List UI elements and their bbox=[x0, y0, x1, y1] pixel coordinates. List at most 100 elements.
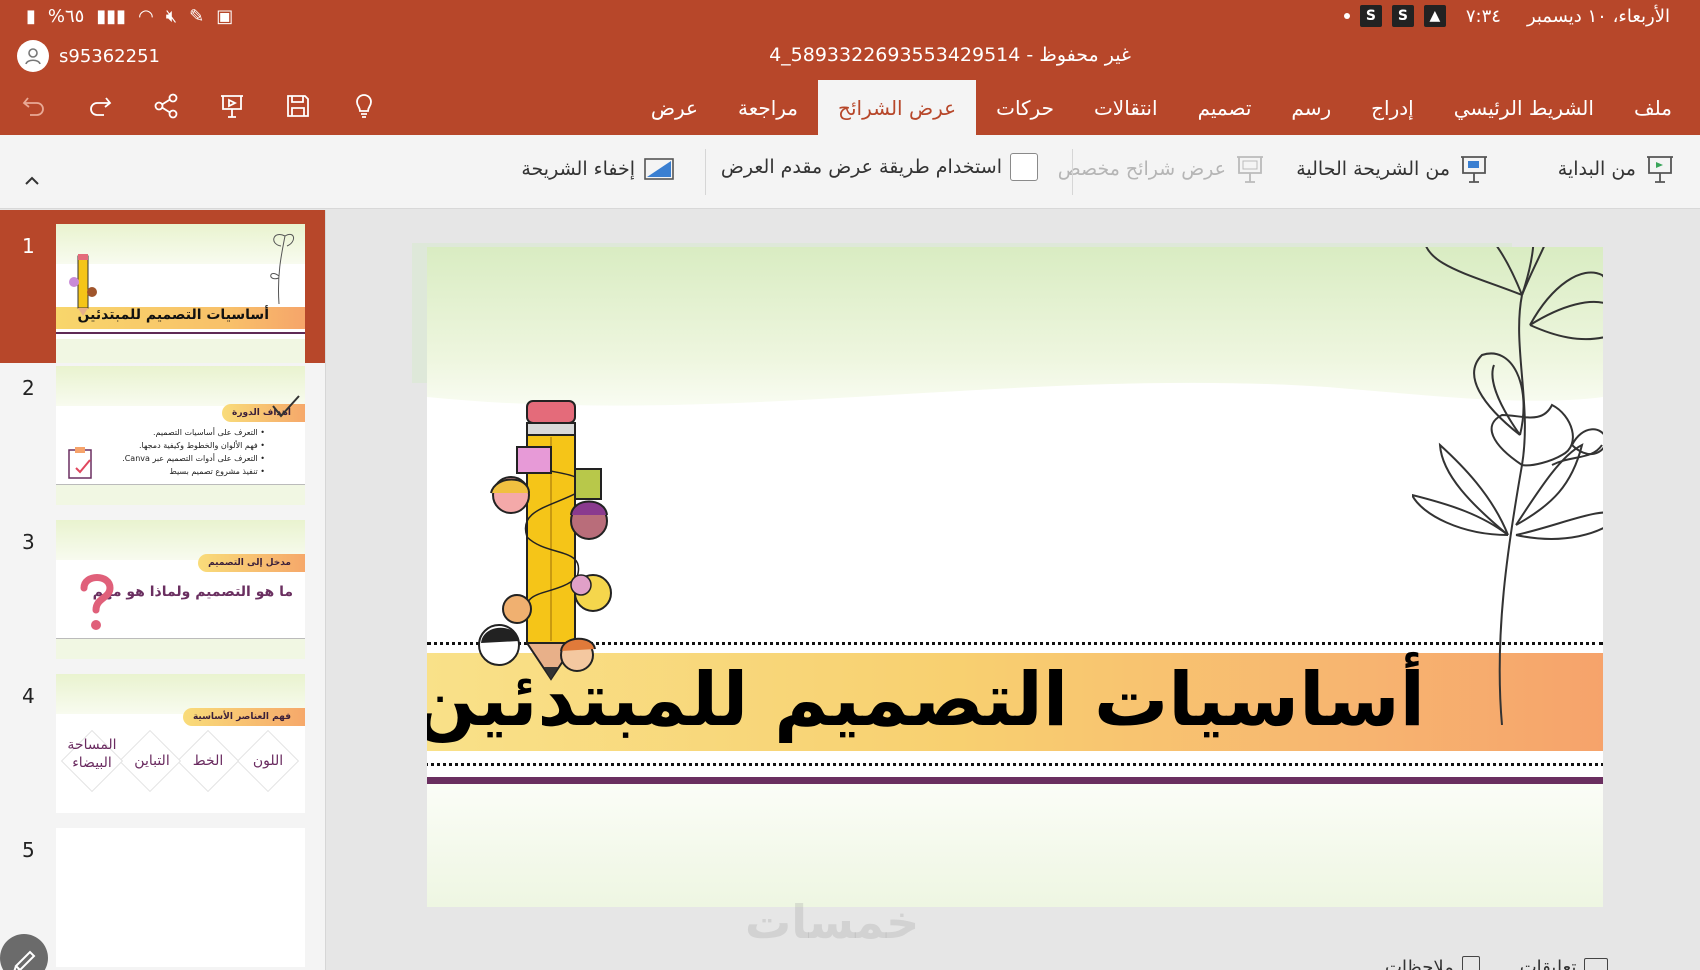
bottom-toolbar: تعليقات ملاحظات bbox=[1385, 956, 1609, 970]
ribbon-slideshow: من البداية من الشريحة الحالية عرض شرائح … bbox=[0, 135, 1700, 209]
sim-icon: ▣ bbox=[216, 6, 234, 27]
thumbnail-preview: أهداف الدورة التعرف على أساسيات التصميم.… bbox=[56, 366, 305, 505]
thumbnail-slide-4[interactable]: 4 فهم العناصر الأساسية اللون الخط التباي… bbox=[0, 660, 325, 813]
present-button[interactable] bbox=[216, 90, 248, 122]
slide-editor: أساسيات التصميم للمبتدئين bbox=[327, 210, 1700, 970]
hide-slide-icon bbox=[644, 158, 674, 180]
presenter-view-option[interactable]: استخدام طريقة عرض مقدم العرض bbox=[721, 153, 1038, 181]
hide-slide-button[interactable]: إخفاء الشريحة bbox=[521, 153, 675, 185]
custom-show-button[interactable]: عرض شرائح مخصص bbox=[1058, 153, 1266, 185]
share-icon bbox=[154, 93, 178, 119]
thumbnail-preview: أساسيات التصميم للمبتدئين bbox=[56, 224, 305, 363]
dotted-line-bottom bbox=[427, 763, 1603, 766]
battery-icon: ▮ bbox=[26, 6, 36, 27]
tab-draw[interactable]: رسم bbox=[1271, 80, 1351, 135]
presenter-view-checkbox[interactable] bbox=[1010, 153, 1038, 181]
play-from-current-icon bbox=[1461, 156, 1487, 183]
comments-button[interactable]: تعليقات bbox=[1520, 956, 1609, 970]
status-left: ▮ %٦٥ ▮▮▮ ◠ 🔇︎ ✎ ▣ bbox=[26, 6, 233, 27]
status-time: ٧:٣٤ bbox=[1465, 5, 1501, 27]
battery-level: %٦٥ bbox=[47, 6, 85, 27]
thumbnail-slide-3[interactable]: 3 مدخل إلى التصميم ما هو التصميم ولماذا … bbox=[0, 506, 325, 659]
share-button[interactable] bbox=[150, 90, 182, 122]
collapse-ribbon-icon[interactable] bbox=[22, 173, 42, 189]
notes-button[interactable]: ملاحظات bbox=[1385, 956, 1480, 970]
pen-status-icon: ✎ bbox=[189, 6, 205, 27]
thumbnail-preview bbox=[56, 828, 305, 967]
flower-line-art-icon bbox=[270, 233, 294, 305]
play-from-start-icon bbox=[1647, 156, 1673, 183]
pen-tool-button[interactable] bbox=[0, 934, 48, 970]
element-contrast: التباين bbox=[134, 753, 170, 769]
custom-show-icon bbox=[1237, 156, 1263, 183]
slide-number: 2 bbox=[22, 376, 35, 400]
question-mark-icon bbox=[80, 574, 114, 630]
quick-access-toolbar bbox=[18, 90, 380, 122]
slide-bottom-gradient bbox=[427, 784, 1603, 907]
signal-icon: ▮▮▮ bbox=[96, 6, 127, 27]
thumbnail-slide-2[interactable]: 2 أهداف الدورة التعرف على أساسيات التصمي… bbox=[0, 352, 325, 505]
element-font: الخط bbox=[192, 753, 224, 769]
slide-number: 5 bbox=[22, 838, 35, 862]
from-current-label: من الشريحة الحالية bbox=[1296, 158, 1450, 180]
save-icon bbox=[287, 95, 309, 117]
thumbnail-bullets: التعرف على أساسيات التصميم. فهم الألوان … bbox=[122, 426, 265, 478]
comments-label: تعليقات bbox=[1519, 956, 1577, 970]
pencil-kids-illustration-icon bbox=[478, 400, 612, 681]
from-beginning-label: من البداية bbox=[1557, 158, 1636, 180]
redo-button[interactable] bbox=[84, 90, 116, 122]
undo-button[interactable] bbox=[18, 90, 50, 122]
tab-insert[interactable]: إدراج bbox=[1351, 80, 1434, 135]
notification-dot bbox=[1343, 13, 1350, 19]
hide-slide-label: إخفاء الشريحة bbox=[521, 158, 635, 180]
element-whitespace: المساحة البيضاء bbox=[67, 737, 117, 771]
status-date: الأربعاء، ١٠ ديسمبر bbox=[1526, 5, 1670, 27]
thumbnail-heading: فهم العناصر الأساسية bbox=[182, 708, 305, 726]
tab-review[interactable]: مراجعة bbox=[718, 80, 818, 135]
tell-me-button[interactable] bbox=[348, 90, 380, 122]
thumbnail-slide-1[interactable]: 1 أساسيات التصميم للمبتدئين bbox=[0, 210, 325, 363]
from-beginning-button[interactable]: من البداية bbox=[1558, 153, 1676, 185]
thumbnail-preview: فهم العناصر الأساسية اللون الخط التباين … bbox=[56, 674, 305, 813]
undo-icon bbox=[22, 97, 44, 116]
pencil-illustration-icon bbox=[69, 254, 97, 316]
current-slide[interactable]: أساسيات التصميم للمبتدئين bbox=[427, 247, 1603, 907]
thumbnail-body: ما هو التصميم ولماذا هو مهم bbox=[92, 584, 293, 600]
save-button[interactable] bbox=[282, 90, 314, 122]
account-username: s95362251 bbox=[59, 45, 160, 67]
from-current-button[interactable]: من الشريحة الحالية bbox=[1296, 153, 1490, 185]
thumbnail-heading: مدخل إلى التصميم bbox=[198, 554, 305, 572]
slide-thumbnails-pane: 1 أساسيات التصميم للمبتدئين 2 أهداف الدو… bbox=[0, 210, 326, 970]
s-app-icon: S bbox=[1359, 5, 1382, 27]
app-bar: ▮ %٦٥ ▮▮▮ ◠ 🔇︎ ✎ ▣ S S ▲ ٧:٣٤ الأربعاء، … bbox=[0, 0, 1700, 135]
thumbnail-slide-5[interactable]: 5 bbox=[0, 814, 325, 967]
clipboard-icon bbox=[68, 447, 92, 479]
thumbnail-preview: مدخل إلى التصميم ما هو التصميم ولماذا هو… bbox=[56, 520, 305, 659]
checkmark-icon bbox=[272, 395, 300, 418]
tab-transitions[interactable]: انتقالات bbox=[1074, 80, 1178, 135]
tab-slideshow[interactable]: عرض الشرائح bbox=[818, 80, 977, 135]
account-button[interactable]: s95362251 bbox=[17, 40, 160, 72]
tab-animations[interactable]: حركات bbox=[976, 80, 1074, 135]
tab-file[interactable]: ملف bbox=[1614, 80, 1700, 135]
tab-home[interactable]: الشريط الرئيسي bbox=[1434, 80, 1614, 135]
ribbon-separator-3 bbox=[705, 149, 706, 195]
element-color: اللون bbox=[252, 753, 284, 769]
flower-line-art-icon bbox=[1412, 247, 1603, 725]
notes-label: ملاحظات bbox=[1385, 956, 1454, 970]
document-title[interactable]: 4_5893322693553429514 - غير محفوظ bbox=[500, 44, 1400, 66]
slide-number: 1 bbox=[22, 234, 35, 258]
gallery-icon: ▲ bbox=[1423, 5, 1446, 27]
thumbnail-title: أساسيات التصميم للمبتدئين bbox=[77, 307, 269, 323]
comments-icon bbox=[1584, 958, 1609, 970]
lightbulb-icon bbox=[356, 94, 372, 118]
tab-design[interactable]: تصميم bbox=[1178, 80, 1272, 135]
notes-icon bbox=[1461, 956, 1480, 970]
custom-show-label: عرض شرائح مخصص bbox=[1057, 158, 1226, 180]
present-icon bbox=[221, 95, 243, 118]
tab-view[interactable]: عرض bbox=[631, 80, 718, 135]
status-right: S S ▲ ٧:٣٤ الأربعاء، ١٠ ديسمبر bbox=[1343, 5, 1670, 27]
presenter-view-label: استخدام طريقة عرض مقدم العرض bbox=[720, 156, 1002, 178]
s-app-icon-2: S bbox=[1391, 5, 1414, 27]
ribbon-separator-2 bbox=[1072, 149, 1073, 195]
